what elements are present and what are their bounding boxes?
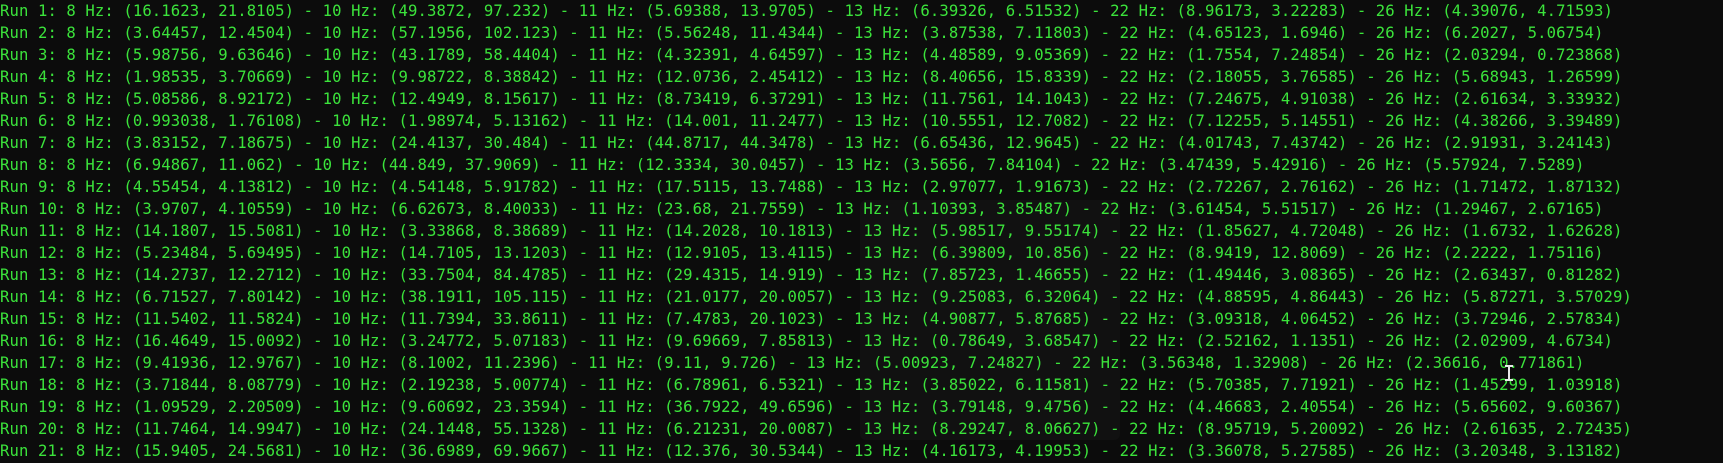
- terminal-line: Run 15: 8 Hz: (11.5402, 11.5824) - 10 Hz…: [0, 310, 1623, 328]
- terminal-line: Run 7: 8 Hz: (3.83152, 7.18675) - 10 Hz:…: [0, 134, 1613, 152]
- terminal-output[interactable]: Run 1: 8 Hz: (16.1623, 21.8105) - 10 Hz:…: [0, 0, 1723, 463]
- terminal-line: Run 5: 8 Hz: (5.08586, 8.92172) - 10 Hz:…: [0, 90, 1623, 108]
- terminal-line: Run 10: 8 Hz: (3.9707, 4.10559) - 10 Hz:…: [0, 200, 1604, 218]
- terminal-line: Run 8: 8 Hz: (6.94867, 11.062) - 10 Hz: …: [0, 156, 1585, 174]
- terminal-line: Run 18: 8 Hz: (3.71844, 8.08779) - 10 Hz…: [0, 376, 1623, 394]
- terminal-line: Run 2: 8 Hz: (3.64457, 12.4504) - 10 Hz:…: [0, 24, 1604, 42]
- terminal-line: Run 9: 8 Hz: (4.55454, 4.13812) - 10 Hz:…: [0, 178, 1623, 196]
- terminal-line: Run 20: 8 Hz: (11.7464, 14.9947) - 10 Hz…: [0, 420, 1632, 438]
- terminal-line: Run 17: 8 Hz: (9.41936, 12.9767) - 10 Hz…: [0, 354, 1585, 372]
- terminal-line: Run 19: 8 Hz: (1.09529, 2.20509) - 10 Hz…: [0, 398, 1623, 416]
- terminal-line: Run 11: 8 Hz: (14.1807, 15.5081) - 10 Hz…: [0, 222, 1623, 240]
- terminal-line: Run 1: 8 Hz: (16.1623, 21.8105) - 10 Hz:…: [0, 2, 1613, 20]
- terminal-line: Run 13: 8 Hz: (14.2737, 12.2712) - 10 Hz…: [0, 266, 1623, 284]
- terminal-line: Run 6: 8 Hz: (0.993038, 1.76108) - 10 Hz…: [0, 112, 1623, 130]
- terminal-line: Run 14: 8 Hz: (6.71527, 7.80142) - 10 Hz…: [0, 288, 1632, 306]
- terminal-line: Run 12: 8 Hz: (5.23484, 5.69495) - 10 Hz…: [0, 244, 1604, 262]
- terminal-line: Run 4: 8 Hz: (1.98535, 3.70669) - 10 Hz:…: [0, 68, 1623, 86]
- terminal-line: Run 3: 8 Hz: (5.98756, 9.63646) - 10 Hz:…: [0, 46, 1623, 64]
- terminal-line: Run 16: 8 Hz: (16.4649, 15.0092) - 10 Hz…: [0, 332, 1613, 350]
- terminal-line: Run 21: 8 Hz: (15.9405, 24.5681) - 10 Hz…: [0, 442, 1623, 460]
